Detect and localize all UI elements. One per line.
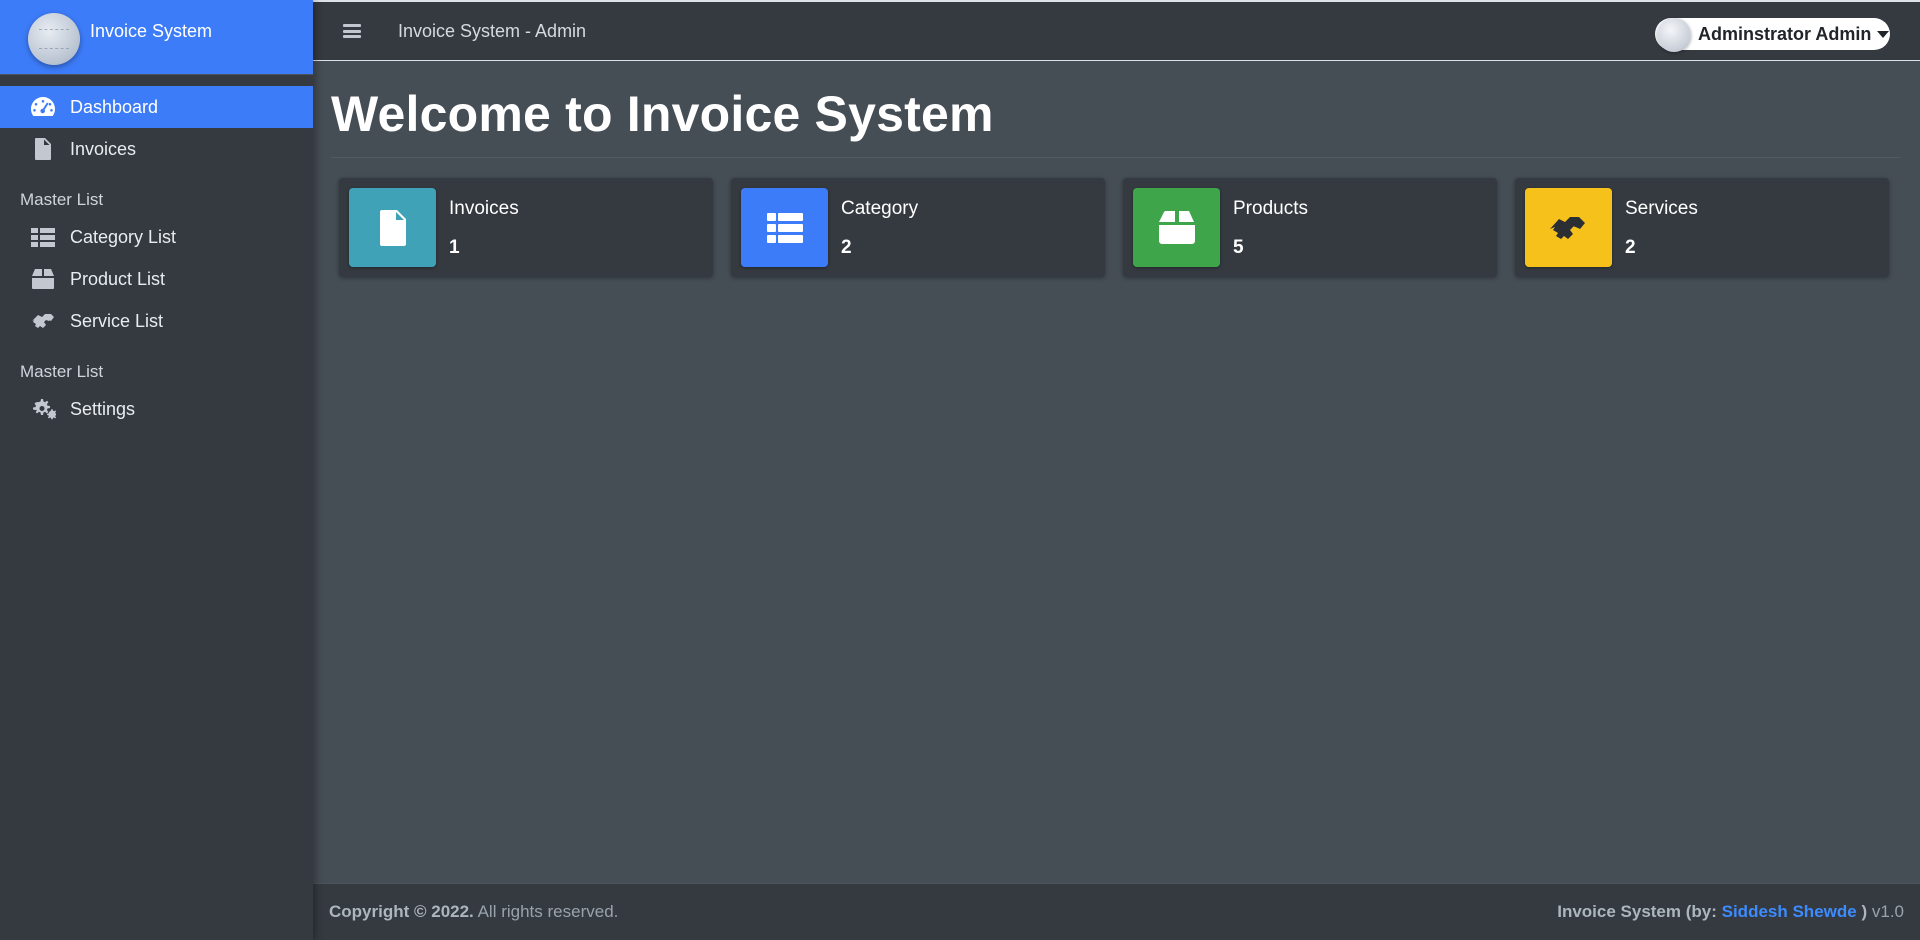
topbar: Invoice System - Admin Adminstrator Admi… (313, 0, 1920, 61)
stat-card-value: 1 (449, 237, 460, 258)
file-invoice-icon (30, 137, 56, 161)
footer-app-name: Invoice System (by: (1557, 902, 1717, 921)
sidebar-item-category-list[interactable]: Category List (0, 216, 313, 258)
footer-close-paren: ) (1861, 902, 1868, 921)
sidebar-item-label: Settings (70, 398, 136, 419)
page-title: Welcome to Invoice System (331, 86, 994, 142)
caret-down-icon (1877, 30, 1890, 38)
sidebar-section-header: Master List (20, 190, 104, 209)
footer-credits: Invoice System (by: Siddesh Shewde ) v1.… (1557, 902, 1904, 922)
box-icon (30, 267, 56, 291)
sidebar-item-label: Category List (70, 226, 177, 247)
sidebar-section-header: Master List (20, 362, 104, 381)
sidebar-item-product-list[interactable]: Product List (0, 258, 313, 300)
footer: Copyright © 2022. All rights reserved. I… (313, 883, 1920, 940)
stat-card-category[interactable]: Category 2 (731, 178, 1105, 277)
brand-name: Invoice System (90, 21, 213, 41)
user-menu-button[interactable]: Adminstrator Admin (1655, 18, 1890, 52)
rights-text: All rights reserved. (477, 902, 619, 921)
file-invoice-icon (349, 188, 436, 267)
divider (331, 157, 1900, 158)
user-name: Adminstrator Admin (1698, 23, 1872, 44)
stat-card-label: Products (1233, 198, 1308, 219)
stat-card-label: Services (1625, 198, 1698, 219)
sidebar-item-settings[interactable]: Settings (0, 388, 313, 430)
handshake-icon (1525, 188, 1612, 267)
stat-card-products[interactable]: Products 5 (1123, 178, 1497, 277)
brand-logo (28, 13, 80, 65)
stat-card-value: 2 (841, 237, 852, 258)
cogs-icon (30, 397, 56, 421)
sidebar: Invoice System Dashboard Invoices Master… (0, 0, 313, 940)
stats-cards: Invoices 1 Category 2 Products 5 Service… (331, 178, 1900, 277)
stat-card-services[interactable]: Services 2 (1515, 178, 1889, 277)
stat-card-invoices[interactable]: Invoices 1 (339, 178, 713, 277)
main-content: Welcome to Invoice System Invoices 1 Cat… (313, 61, 1920, 883)
sidebar-item-dashboard[interactable]: Dashboard (0, 86, 313, 128)
version-text: v1.0 (1871, 902, 1904, 921)
box-icon (1133, 188, 1220, 267)
stat-card-value: 2 (1625, 237, 1636, 258)
avatar (1657, 18, 1691, 52)
sidebar-nav: Dashboard Invoices Master List Category … (0, 86, 313, 430)
stat-card-label: Category (841, 198, 919, 219)
table-list-icon (741, 188, 828, 267)
sidebar-item-service-list[interactable]: Service List (0, 300, 313, 342)
sidebar-item-label: Service List (70, 310, 164, 331)
hamburger-menu-icon[interactable] (343, 24, 361, 38)
copyright-text: Copyright © 2022. (329, 902, 474, 921)
table-list-icon (30, 225, 56, 249)
tachometer-icon (30, 95, 56, 119)
brand-link[interactable]: Invoice System (0, 0, 313, 75)
handshake-icon (30, 309, 56, 333)
topbar-title: Invoice System - Admin (398, 20, 587, 41)
sidebar-item-invoices[interactable]: Invoices (0, 128, 313, 170)
stat-card-label: Invoices (449, 198, 519, 219)
author-link[interactable]: Siddesh Shewde (1722, 902, 1857, 921)
footer-copyright: Copyright © 2022. All rights reserved. (329, 902, 618, 922)
sidebar-item-label: Invoices (70, 138, 137, 159)
sidebar-item-label: Dashboard (70, 96, 159, 117)
sidebar-item-label: Product List (70, 268, 166, 289)
stat-card-value: 5 (1233, 237, 1244, 258)
